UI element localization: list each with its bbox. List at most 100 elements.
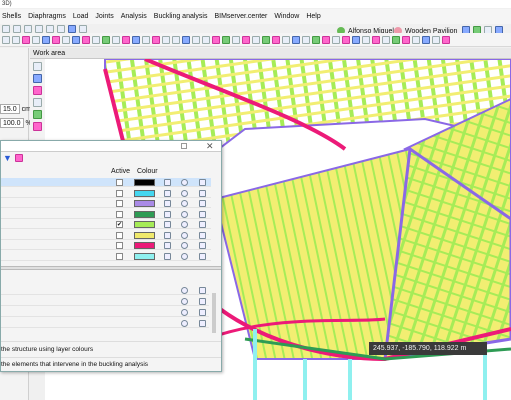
visibility-icon[interactable]	[181, 298, 188, 305]
layer-visibility-icon[interactable]	[181, 221, 188, 228]
tool-4-icon[interactable]	[32, 35, 40, 44]
menu-load[interactable]: Load	[73, 13, 89, 20]
menu-help[interactable]: Help	[306, 13, 320, 20]
layer-lock-icon[interactable]	[199, 200, 206, 207]
zoom-icon[interactable]	[24, 25, 32, 33]
tool-16-icon[interactable]	[152, 35, 160, 44]
tool-24-icon[interactable]	[232, 35, 240, 44]
layer-row[interactable]	[1, 252, 211, 261]
layer-lock-icon[interactable]	[199, 231, 206, 239]
tool-13-icon[interactable]	[122, 35, 130, 44]
tool-33-icon[interactable]	[322, 35, 330, 44]
palette-icon[interactable]	[33, 122, 42, 131]
move-down-icon[interactable]: ▼	[3, 154, 12, 163]
layer-active-checkbox[interactable]	[116, 231, 123, 239]
tool-27-icon[interactable]	[262, 35, 270, 44]
layer-visibility-icon[interactable]	[181, 231, 188, 239]
menu-window[interactable]: Window	[274, 13, 299, 20]
layer-settings-icon[interactable]	[14, 154, 23, 162]
render-icon[interactable]	[33, 86, 42, 95]
tool-14-icon[interactable]	[132, 35, 140, 44]
tool-45-icon[interactable]	[442, 35, 450, 44]
tool-32-icon[interactable]	[312, 35, 320, 44]
layer-visibility-icon[interactable]	[181, 252, 188, 260]
tool-30-icon[interactable]	[292, 35, 300, 44]
tool-25-icon[interactable]	[242, 35, 250, 44]
lock-icon[interactable]	[199, 298, 206, 305]
layers-icon[interactable]	[33, 110, 42, 119]
layer-colour-swatch[interactable]	[134, 221, 155, 228]
view-icon[interactable]	[33, 98, 42, 107]
tool-17-icon[interactable]	[162, 35, 170, 44]
layer-cube-icon[interactable]	[164, 221, 171, 228]
menu-shells[interactable]: Shells	[2, 13, 21, 20]
select-icon[interactable]	[68, 25, 76, 33]
tool-18-icon[interactable]	[172, 35, 180, 44]
maximize-icon[interactable]	[181, 143, 187, 149]
secondary-row[interactable]	[1, 308, 209, 317]
tool-8-icon[interactable]	[72, 35, 80, 44]
menu-buckling-analysis[interactable]: Buckling analysis	[154, 13, 208, 20]
tool-9-icon[interactable]	[82, 35, 90, 44]
tool-5-icon[interactable]	[42, 35, 50, 44]
tool-1-icon[interactable]	[2, 35, 10, 44]
layer-row[interactable]	[1, 231, 211, 240]
open-icon[interactable]	[13, 25, 21, 33]
menu-diaphragms[interactable]: Diaphragms	[28, 13, 66, 20]
tool-11-icon[interactable]	[102, 35, 110, 44]
layer-active-checkbox[interactable]	[116, 179, 123, 186]
menu-joints[interactable]: Joints	[95, 13, 113, 20]
tool-40-icon[interactable]	[392, 35, 400, 44]
layer-lock-icon[interactable]	[199, 179, 206, 186]
layer-active-checkbox[interactable]: ✔	[116, 221, 123, 228]
layer-cube-icon[interactable]	[164, 231, 171, 239]
cube-icon[interactable]	[33, 74, 42, 83]
layer-cube-icon[interactable]	[164, 210, 171, 218]
layer-visibility-icon[interactable]	[181, 242, 188, 249]
tool-44-icon[interactable]	[432, 35, 440, 44]
refresh-icon[interactable]	[79, 25, 87, 33]
layer-active-checkbox[interactable]	[116, 200, 123, 207]
lock-icon[interactable]	[199, 287, 206, 294]
lock-icon[interactable]	[199, 320, 206, 327]
close-icon[interactable]: ✕	[206, 141, 214, 151]
visibility-icon[interactable]	[181, 287, 188, 294]
tool-19-icon[interactable]	[182, 35, 190, 44]
scrollbar[interactable]	[212, 293, 216, 333]
tool-12-icon[interactable]	[112, 35, 120, 44]
layer-visibility-icon[interactable]	[181, 189, 188, 197]
tool-29-icon[interactable]	[282, 35, 290, 44]
layer-cube-icon[interactable]	[164, 189, 171, 197]
layer-colour-swatch[interactable]	[134, 231, 155, 239]
layer-lock-icon[interactable]	[199, 189, 206, 197]
layer-colour-swatch[interactable]	[134, 252, 155, 260]
tool-21-icon[interactable]	[202, 35, 210, 44]
lock-icon[interactable]	[199, 309, 206, 316]
visibility-icon[interactable]	[181, 320, 188, 327]
layer-colour-swatch[interactable]	[134, 200, 155, 207]
layer-colour-swatch[interactable]	[134, 179, 155, 186]
tool-41-icon[interactable]	[402, 35, 410, 44]
visibility-icon[interactable]	[181, 309, 188, 316]
layer-colour-swatch[interactable]	[134, 210, 155, 218]
tool-10-icon[interactable]	[92, 35, 100, 44]
tool-6-icon[interactable]	[52, 35, 60, 44]
tool-23-icon[interactable]	[222, 35, 230, 44]
layer-cube-icon[interactable]	[164, 242, 171, 249]
layer-active-checkbox[interactable]	[116, 210, 123, 218]
layer-active-checkbox[interactable]	[116, 252, 123, 260]
layer-cube-icon[interactable]	[164, 252, 171, 260]
tool-26-icon[interactable]	[252, 35, 260, 44]
secondary-row[interactable]	[1, 297, 209, 306]
tool-22-icon[interactable]	[212, 35, 220, 44]
percent-input[interactable]: 100.0	[0, 118, 24, 128]
layer-visibility-icon[interactable]	[181, 179, 188, 186]
layer-row[interactable]	[1, 199, 211, 208]
splitter[interactable]	[1, 266, 221, 270]
layer-lock-icon[interactable]	[199, 252, 206, 260]
layer-lock-icon[interactable]	[199, 242, 206, 249]
option-layer-colours[interactable]: the structure using layer colours	[1, 341, 221, 357]
layer-row[interactable]	[1, 189, 211, 198]
layer-lock-icon[interactable]	[199, 221, 206, 228]
tool-20-icon[interactable]	[192, 35, 200, 44]
